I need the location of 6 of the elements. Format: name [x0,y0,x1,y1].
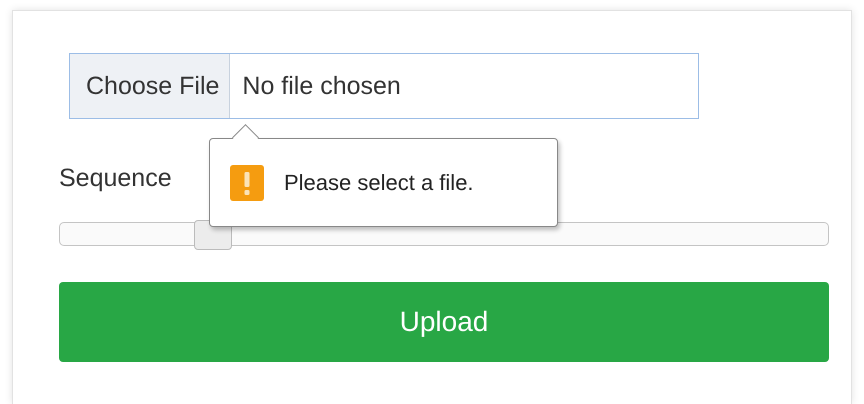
tooltip-message: Please select a file. [284,170,474,196]
choose-file-button[interactable]: Choose File [70,54,230,118]
slider-label: Sequence [59,164,172,194]
file-status: No file chosen [241,70,401,102]
warning-icon [230,164,264,200]
file-input[interactable]: Choose File No file chosen [69,53,699,119]
